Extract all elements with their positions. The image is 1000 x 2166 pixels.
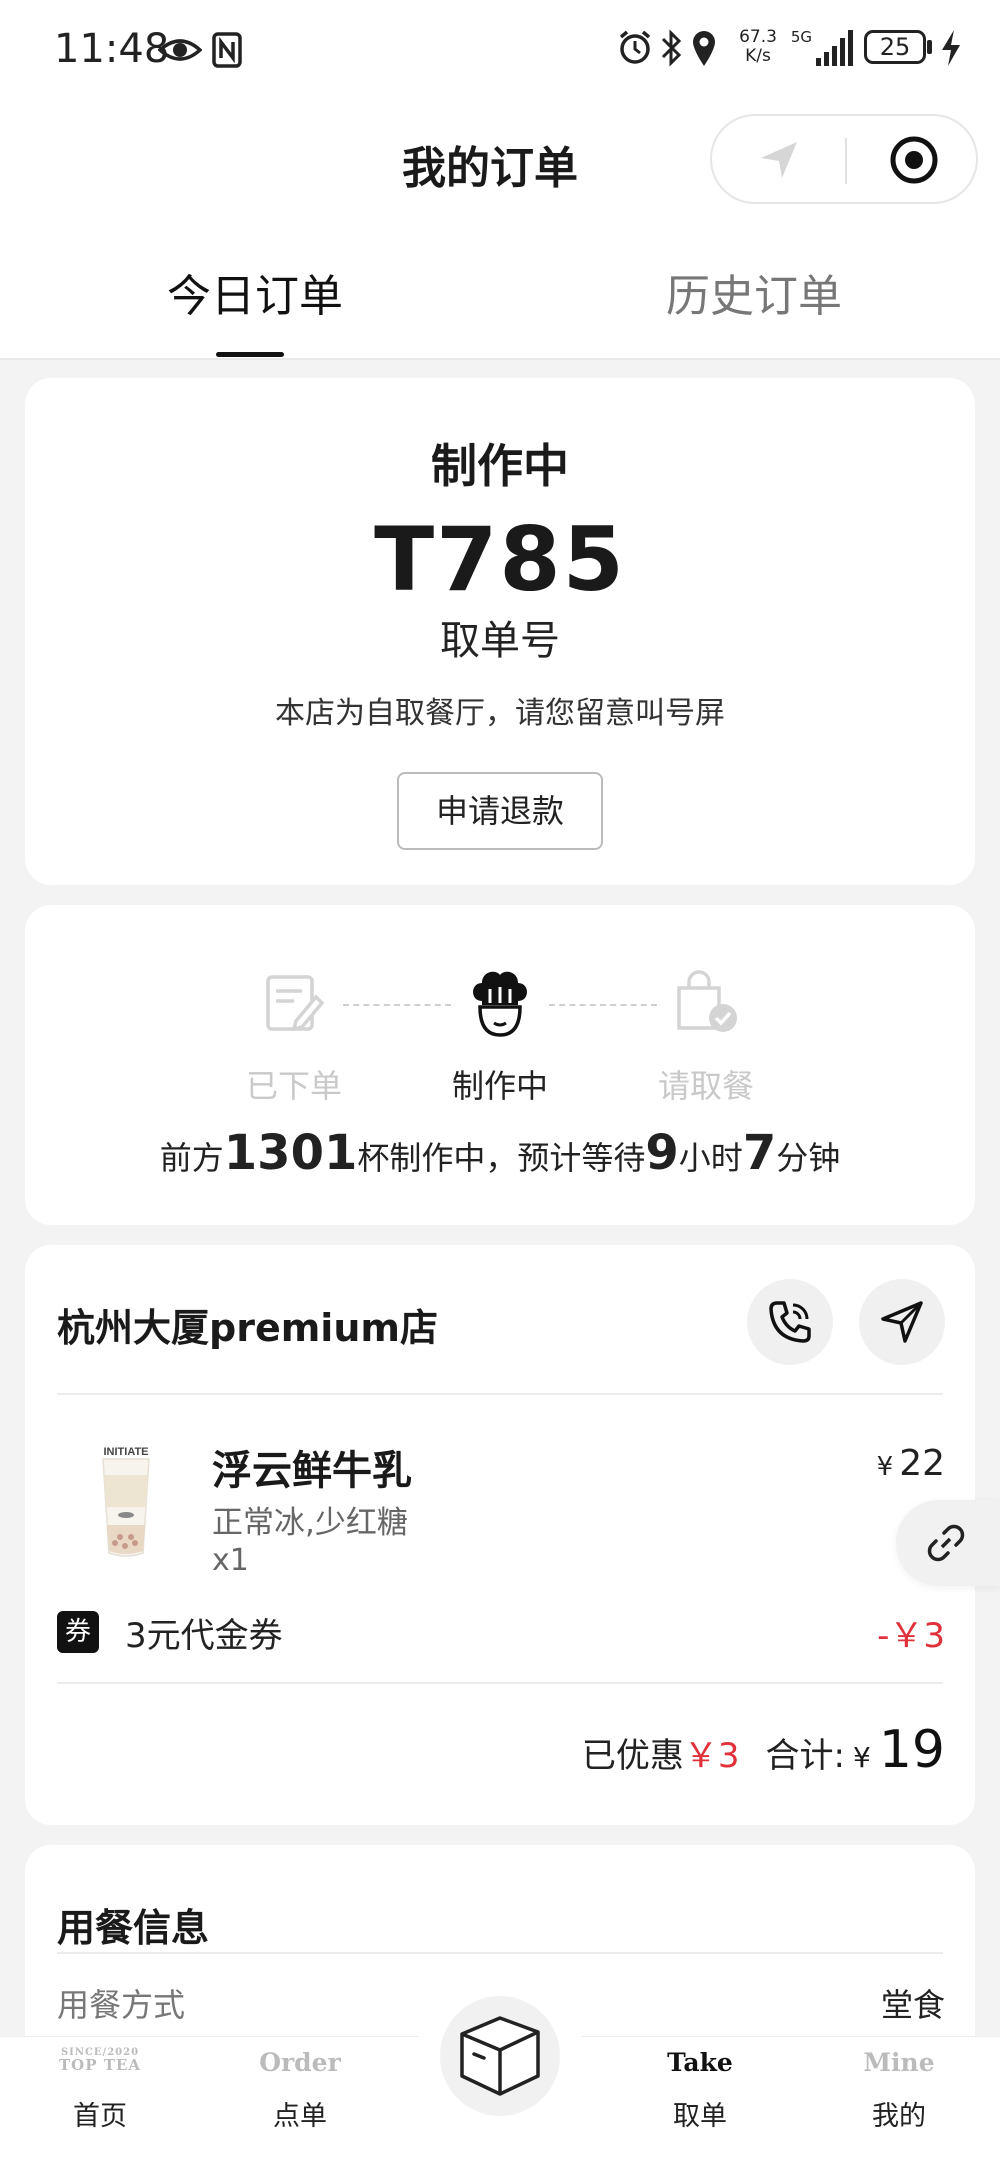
wait-minutes: 7 <box>742 1125 777 1181</box>
order-form-icon <box>266 975 325 1032</box>
nav-center-button[interactable] <box>440 1996 560 2116</box>
nav-item-order[interactable]: Order 点单 <box>225 2036 375 2133</box>
currency-symbol: ¥ <box>853 1741 871 1774</box>
step-pickup: 请取餐 <box>621 963 791 1107</box>
store-name: 杭州大厦premium店 <box>57 1306 438 1350</box>
dining-method-label: 用餐方式 <box>57 1986 186 2024</box>
item-price-value: 22 <box>899 1443 945 1484</box>
wait-hours: 9 <box>645 1125 679 1181</box>
item-thumbnail: INITIATE <box>83 1445 169 1561</box>
currency-symbol: ¥ <box>876 1452 894 1482</box>
network-speed: 67.3 K/s <box>739 27 777 66</box>
order-tabs: 今日订单 历史订单 <box>0 218 1000 360</box>
share-button[interactable] <box>712 116 845 204</box>
shopping-bag-check-icon <box>677 970 737 1032</box>
navigate-store-button[interactable] <box>859 1279 945 1365</box>
cup-brand-text: INITIATE <box>103 1446 148 1458</box>
order-detail-card: 杭州大厦premium店 INITIATE 浮云鲜牛乳 正常冰,少红糖 x1 ¥… <box>25 1245 975 1825</box>
floating-link-button[interactable] <box>896 1500 1000 1586</box>
nav-label-home: 首页 <box>73 2101 127 2132</box>
status-bar: 11:48 67.3 K/s 5G 25 <box>0 0 1000 100</box>
target-circle-icon <box>890 136 937 184</box>
tab-history-orders[interactable]: 历史订单 <box>666 260 842 324</box>
nav-en-take: Take <box>667 2048 733 2077</box>
pickup-number: T785 <box>374 508 626 611</box>
total-amount: 19 <box>878 1720 945 1780</box>
item-name: 浮云鲜牛乳 <box>212 1448 412 1494</box>
link-icon <box>927 1524 965 1562</box>
battery-indicator: 25 <box>864 30 926 64</box>
nav-label-order: 点单 <box>273 2101 327 2132</box>
nav-en-order: Order <box>259 2048 341 2077</box>
call-store-button[interactable] <box>747 1279 833 1365</box>
divider <box>57 1682 943 1684</box>
status-time: 11:48 <box>54 26 170 72</box>
close-miniprogram-button[interactable] <box>847 116 980 204</box>
top-tea-logo: SINCE/2020 TOP TEA <box>59 2047 141 2074</box>
coupon-badge: 券 <box>57 1611 99 1653</box>
coupon-amount: -￥3 <box>877 1616 945 1656</box>
navigation-icon <box>881 1301 923 1343</box>
header: 我的订单 <box>0 100 1000 218</box>
queue-middle: 杯制作中，预计等待 <box>357 1139 646 1177</box>
discount-amount: ￥3 <box>683 1736 740 1776</box>
signal-icon <box>816 30 853 66</box>
milk-tea-cup-image: INITIATE <box>102 1446 150 1557</box>
divider <box>57 1952 943 1954</box>
pickup-notice: 本店为自取餐厅，请您留意叫号屏 <box>275 696 725 731</box>
step-making: 制作中 <box>415 963 585 1107</box>
step-label-ordered: 已下单 <box>245 1067 342 1105</box>
queue-cups: 1301 <box>223 1125 358 1181</box>
coupon-name: 3元代金券 <box>125 1616 283 1656</box>
package-box-icon <box>460 2016 540 2096</box>
step-ordered: 已下单 <box>209 963 379 1107</box>
nav-label-take: 取单 <box>673 2101 727 2132</box>
order-status-title: 制作中 <box>431 439 569 493</box>
order-totals: 已优惠￥3 合计: ¥19 <box>582 1720 945 1780</box>
total-label: 合计: <box>765 1736 845 1776</box>
minutes-unit: 分钟 <box>776 1139 841 1177</box>
queue-prefix: 前方 <box>159 1139 224 1177</box>
charging-icon <box>942 30 960 66</box>
location-icon <box>693 31 715 66</box>
phone-icon <box>769 1301 811 1343</box>
nav-en-mine: Mine <box>863 2048 935 2077</box>
refund-button[interactable]: 申请退款 <box>397 772 603 850</box>
bluetooth-icon <box>661 29 682 67</box>
active-tab-indicator <box>216 352 284 357</box>
divider <box>57 1393 943 1395</box>
nav-label-mine: 我的 <box>872 2101 926 2132</box>
item-price: ¥22 <box>877 1443 945 1484</box>
hours-unit: 小时 <box>678 1139 743 1177</box>
nfc-icon <box>212 32 242 68</box>
navigation-arrow-icon <box>760 142 797 178</box>
mini-program-capsule <box>710 114 978 204</box>
step-label-pickup: 请取餐 <box>657 1067 754 1105</box>
chef-hat-icon <box>473 971 527 1037</box>
alarm-icon <box>619 30 651 64</box>
tab-today-orders[interactable]: 今日订单 <box>167 260 343 324</box>
discount-label: 已优惠 <box>581 1736 684 1776</box>
nav-item-mine[interactable]: Mine 我的 <box>824 2036 974 2133</box>
pickup-number-label: 取单号 <box>440 618 560 664</box>
nav-item-home[interactable]: SINCE/2020 TOP TEA 首页 <box>25 2036 175 2133</box>
step-label-making: 制作中 <box>451 1067 548 1105</box>
item-quantity: x1 <box>212 1543 249 1578</box>
queue-info: 前方1301杯制作中，预计等待9小时7分钟 <box>25 1125 975 1181</box>
battery-cap <box>927 40 932 54</box>
pickup-card: 制作中 T785 取单号 本店为自取餐厅，请您留意叫号屏 申请退款 <box>25 378 975 885</box>
nav-item-take[interactable]: Take 取单 <box>625 2036 775 2133</box>
eye-icon <box>158 39 202 61</box>
item-options: 正常冰,少红糖 <box>212 1505 408 1541</box>
dining-info-title: 用餐信息 <box>57 1906 210 1950</box>
dining-method-value: 堂食 <box>880 1986 945 2024</box>
progress-card: 已下单 制作中 请取餐 前方1301杯制作中，预计等待9小时7分钟 <box>25 905 975 1225</box>
